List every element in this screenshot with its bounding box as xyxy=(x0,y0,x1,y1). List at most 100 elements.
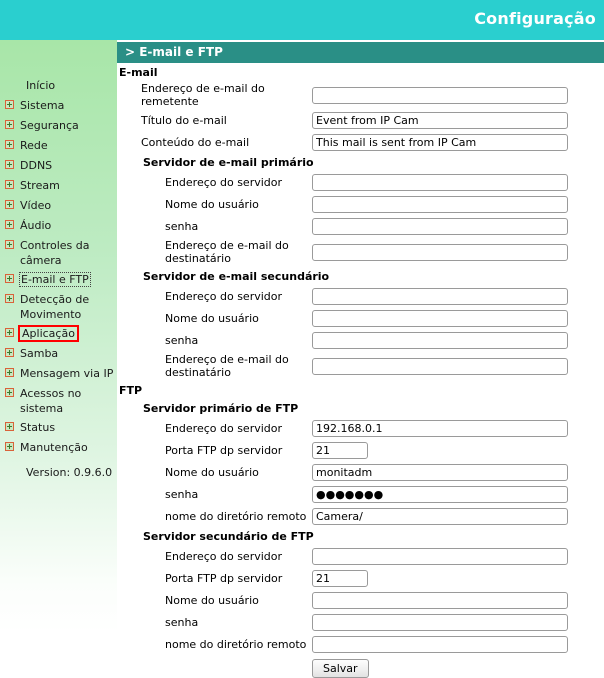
sidebar-item-label: Início xyxy=(26,79,56,92)
sidebar-item-video[interactable]: Vídeo xyxy=(0,196,117,216)
plus-box-icon[interactable] xyxy=(5,200,14,209)
plus-box-icon[interactable] xyxy=(5,388,14,397)
plus-box-icon[interactable] xyxy=(5,422,14,431)
actions-spacer xyxy=(117,659,312,678)
sidebar-item-status[interactable]: Status xyxy=(0,418,117,438)
field-row-secondary-mail-recipient: Endereço de e-mail do destinatário xyxy=(117,351,604,381)
subsection-title-primary-ftp-server: Servidor primário de FTP xyxy=(143,402,299,415)
sidebar-item-sistema[interactable]: Sistema xyxy=(0,96,117,116)
sidebar-item-stream[interactable]: Stream xyxy=(0,176,117,196)
field-row-primary-ftp-port: Porta FTP dp servidor xyxy=(117,439,604,461)
field-row-primary-ftp-user: Nome do usuário xyxy=(117,461,604,483)
field-row-primary-mail-password: senha xyxy=(117,215,604,237)
plus-box-icon[interactable] xyxy=(5,100,14,109)
sidebar-item-label: Stream xyxy=(20,179,60,192)
plus-box-icon[interactable] xyxy=(5,160,14,169)
sidebar-item-deteccao-de-movimento[interactable]: Detecção de Movimento xyxy=(0,290,117,324)
sender-email-input[interactable] xyxy=(312,86,568,104)
plus-box-icon[interactable] xyxy=(5,442,14,451)
plus-box-icon[interactable] xyxy=(5,180,14,189)
plus-box-icon[interactable] xyxy=(5,348,14,357)
sidebar-item-label: Samba xyxy=(20,347,59,360)
secondary-mail-password-input[interactable] xyxy=(312,331,568,349)
sidebar-item-manutencao[interactable]: Manutenção xyxy=(0,438,117,458)
sidebar-item-label: Mensagem via IP xyxy=(20,367,114,380)
sidebar-item-label: Status xyxy=(20,421,56,434)
sidebar-item-aplicacao[interactable]: Aplicação xyxy=(0,324,117,344)
field-label: nome do diretório remoto xyxy=(165,637,307,651)
plus-box-icon[interactable] xyxy=(5,328,14,337)
plus-box-icon[interactable] xyxy=(5,220,14,229)
secondary-ftp-host-input[interactable] xyxy=(312,547,568,565)
primary-ftp-port-input[interactable] xyxy=(312,441,368,459)
field-label: Endereço do servidor xyxy=(165,175,283,189)
email-body-input[interactable] xyxy=(312,133,568,151)
sidebar-item-acessos-no-sistema[interactable]: Acessos no sistema xyxy=(0,384,117,418)
version-label: Version: 0.9.6.0 xyxy=(26,466,113,479)
field-label: Conteúdo do e-mail xyxy=(141,135,250,149)
field-row-sender-email: Endereço de e-mail do remetente xyxy=(117,81,604,109)
field-label: Endereço de e-mail do destinatário xyxy=(165,353,289,379)
primary-mail-user-input[interactable] xyxy=(312,195,568,213)
field-label: nome do diretório remoto xyxy=(165,509,307,523)
field-label: senha xyxy=(165,487,199,501)
secondary-ftp-password-input[interactable] xyxy=(312,613,568,631)
field-label: Título do e-mail xyxy=(141,113,227,127)
primary-mail-recipient-input[interactable] xyxy=(312,243,568,261)
sidebar-item-mensagem-via-ip[interactable]: Mensagem via IP xyxy=(0,364,117,384)
plus-box-icon[interactable] xyxy=(5,368,14,377)
primary-ftp-password-input[interactable] xyxy=(312,485,568,503)
field-label: senha xyxy=(165,219,199,233)
field-row-primary-ftp-remote-dir: nome do diretório remoto xyxy=(117,505,604,527)
form-actions: Salvar xyxy=(117,655,604,678)
field-row-secondary-ftp-port: Porta FTP dp servidor xyxy=(117,567,604,589)
field-row-email-subject: Título do e-mail xyxy=(117,109,604,131)
sidebar-item-email-e-ftp[interactable]: E-mail e FTP xyxy=(0,270,117,290)
field-row-secondary-ftp-password: senha xyxy=(117,611,604,633)
field-label: senha xyxy=(165,333,199,347)
sidebar-item-inicio[interactable]: Início xyxy=(0,76,117,96)
plus-box-icon[interactable] xyxy=(5,294,14,303)
field-label: Endereço do servidor xyxy=(165,549,283,563)
sidebar-item-controles-da-camera[interactable]: Controles da câmera xyxy=(0,236,117,270)
field-label: Endereço de e-mail do destinatário xyxy=(165,239,289,265)
sidebar-item-seguranca[interactable]: Segurança xyxy=(0,116,117,136)
sidebar: Início Sistema Segurança Rede DDNS Strea… xyxy=(0,40,117,633)
plus-box-icon[interactable] xyxy=(5,274,14,283)
field-label: Nome do usuário xyxy=(165,311,259,325)
sidebar-item-samba[interactable]: Samba xyxy=(0,344,117,364)
field-label: Nome do usuário xyxy=(165,593,259,607)
email-subject-input[interactable] xyxy=(312,111,568,129)
primary-mail-host-input[interactable] xyxy=(312,173,568,191)
plus-box-icon[interactable] xyxy=(5,140,14,149)
sidebar-item-rede[interactable]: Rede xyxy=(0,136,117,156)
sidebar-item-audio[interactable]: Áudio xyxy=(0,216,117,236)
primary-ftp-remote-dir-input[interactable] xyxy=(312,507,568,525)
field-row-secondary-ftp-user: Nome do usuário xyxy=(117,589,604,611)
primary-ftp-user-input[interactable] xyxy=(312,463,568,481)
secondary-ftp-user-input[interactable] xyxy=(312,591,568,609)
secondary-mail-recipient-input[interactable] xyxy=(312,357,568,375)
plus-box-icon[interactable] xyxy=(5,240,14,249)
sidebar-item-ddns[interactable]: DDNS xyxy=(0,156,117,176)
sidebar-item-label: Detecção de Movimento xyxy=(20,293,90,321)
plus-box-icon[interactable] xyxy=(5,120,14,129)
content-panel: > E-mail e FTP E-mail Endereço de e-mail… xyxy=(117,40,604,678)
sidebar-item-label: DDNS xyxy=(20,159,53,172)
secondary-mail-user-input[interactable] xyxy=(312,309,568,327)
section-title-email: E-mail xyxy=(119,66,158,79)
primary-mail-password-input[interactable] xyxy=(312,217,568,235)
field-row-email-body: Conteúdo do e-mail xyxy=(117,131,604,153)
field-label: Porta FTP dp servidor xyxy=(165,571,283,585)
field-row-primary-ftp-host: Endereço do servidor xyxy=(117,417,604,439)
field-label: Endereço do servidor xyxy=(165,421,283,435)
primary-ftp-host-input[interactable] xyxy=(312,419,568,437)
field-label: Nome do usuário xyxy=(165,465,259,479)
save-button[interactable]: Salvar xyxy=(312,659,369,678)
secondary-mail-host-input[interactable] xyxy=(312,287,568,305)
sidebar-item-label: Vídeo xyxy=(20,199,52,212)
field-row-secondary-ftp-host: Endereço do servidor xyxy=(117,545,604,567)
page-title: Configuração xyxy=(474,9,596,28)
secondary-ftp-port-input[interactable] xyxy=(312,569,368,587)
secondary-ftp-remote-dir-input[interactable] xyxy=(312,635,568,653)
